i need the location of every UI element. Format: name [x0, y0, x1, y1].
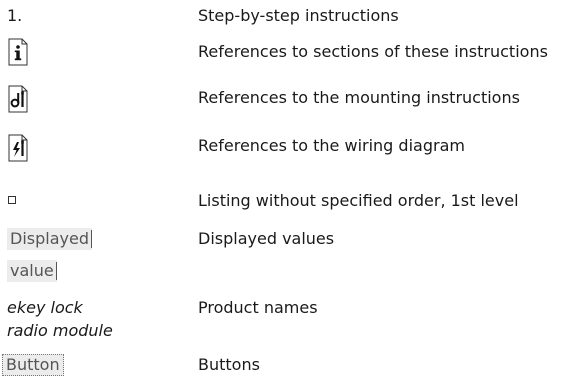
button-sample: Button — [2, 354, 64, 376]
displayed-value-sample-line2: value — [7, 260, 57, 282]
listing-description: Listing without specified order, 1st lev… — [198, 191, 519, 210]
step-number-symbol: 1. — [7, 6, 23, 25]
displayed-description: Displayed values — [198, 229, 335, 248]
section-ref-description: References to sections of these instruct… — [198, 42, 548, 61]
product-name-sample-line1: ekey lock — [7, 298, 83, 317]
wiring-lightning-icon — [7, 134, 29, 162]
legend-row-button: Button Buttons — [0, 354, 578, 376]
legend-row-wiring-ref: References to the wiring diagram — [0, 134, 578, 164]
button-description: Buttons — [198, 355, 260, 374]
mounting-tools-icon — [7, 85, 29, 113]
wiring-ref-description: References to the wiring diagram — [198, 136, 465, 155]
step-description: Step-by-step instructions — [198, 6, 399, 25]
mounting-ref-description: References to the mounting instructions — [198, 88, 520, 107]
square-bullet-icon — [8, 196, 16, 204]
legend-row-displayed: Displayed value Displayed values — [0, 228, 578, 286]
legend-row-listing: Listing without specified order, 1st lev… — [0, 191, 578, 213]
legend-row-mounting-ref: References to the mounting instructions — [0, 85, 578, 115]
product-description: Product names — [198, 298, 318, 317]
legend-row-step: 1. Step-by-step instructions — [0, 6, 578, 28]
displayed-value-sample-line1: Displayed — [7, 228, 92, 250]
legend-row-section-ref: References to sections of these instruct… — [0, 38, 578, 68]
legend-row-product: ekey lock radio module Product names — [0, 296, 578, 346]
product-name-sample-line2: radio module — [7, 321, 113, 340]
info-document-icon — [7, 38, 29, 66]
